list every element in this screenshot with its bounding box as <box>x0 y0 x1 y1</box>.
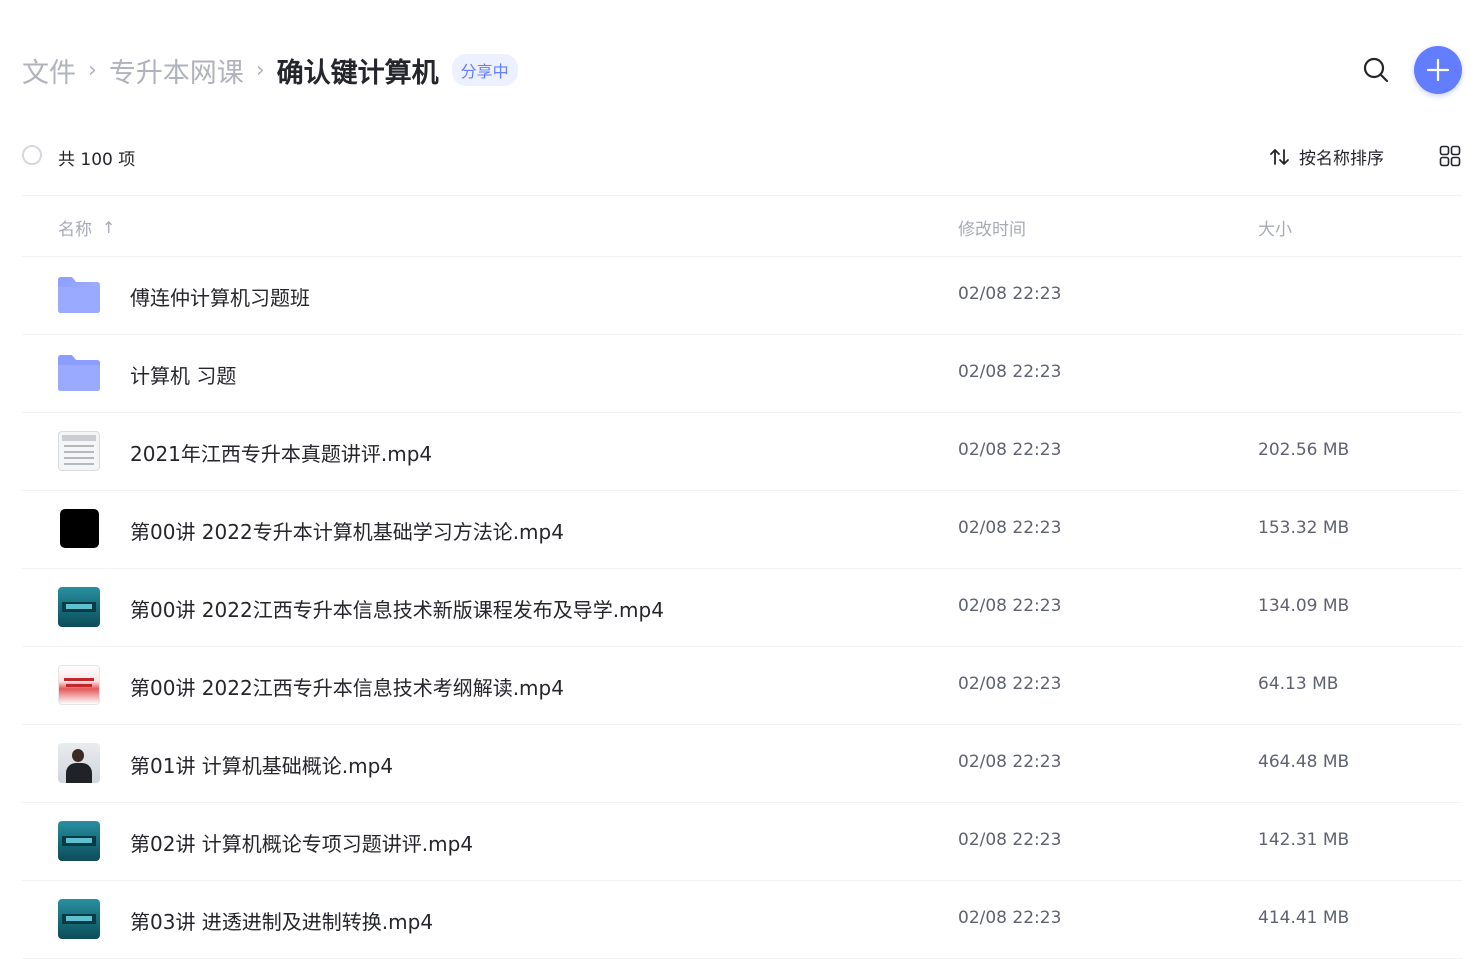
view-toggle-button[interactable] <box>1438 144 1462 168</box>
folder-icon <box>58 275 100 315</box>
table-row[interactable]: 第03讲 进透进制及进制转换.mp4 02/08 22:23 414.41 MB <box>22 881 1462 959</box>
column-header-name[interactable]: 名称 ↑ <box>58 215 115 240</box>
column-header-size[interactable]: 大小 <box>1258 215 1292 240</box>
video-thumbnail <box>58 431 100 471</box>
table-row[interactable]: 第02讲 计算机概论专项习题讲评.mp4 02/08 22:23 142.31 … <box>22 803 1462 881</box>
sort-label: 按名称排序 <box>1299 149 1384 169</box>
search-button[interactable] <box>1358 52 1394 88</box>
table-row[interactable]: 第01讲 计算机基础概论.mp4 02/08 22:23 464.48 MB <box>22 725 1462 803</box>
table-row[interactable]: 第00讲 2022江西专升本信息技术新版课程发布及导学.mp4 02/08 22… <box>22 569 1462 647</box>
file-name: 第00讲 2022专升本计算机基础学习方法论.mp4 <box>130 520 564 544</box>
video-thumbnail <box>58 899 100 939</box>
file-size: 153.32 MB <box>1258 518 1350 538</box>
search-icon <box>1363 57 1389 83</box>
file-name: 傅连仲计算机习题班 <box>130 286 310 310</box>
plus-icon <box>1426 58 1450 82</box>
video-thumbnail <box>58 821 100 861</box>
file-name: 第01讲 计算机基础概论.mp4 <box>130 754 394 778</box>
table-row[interactable]: 2021年江西专升本真题讲评.mp4 02/08 22:23 202.56 MB <box>22 413 1462 491</box>
sort-ascending-icon: ↑ <box>102 218 116 237</box>
grid-view-icon <box>1439 145 1461 167</box>
breadcrumb-separator: › <box>255 57 265 83</box>
breadcrumb-separator: › <box>88 57 97 83</box>
sharing-status-badge: 分享中 <box>451 54 518 86</box>
toolbar: 共 100 项 按名称排序 <box>22 140 1462 174</box>
sort-button[interactable]: 按名称排序 <box>1269 144 1384 169</box>
file-name: 第02讲 计算机概论专项习题讲评.mp4 <box>130 832 474 856</box>
file-name: 第00讲 2022江西专升本信息技术考纲解读.mp4 <box>130 676 564 700</box>
file-modified-time: 02/08 22:23 <box>958 908 1062 928</box>
item-count: 共 100 项 <box>58 150 136 170</box>
breadcrumb: 文件 › 专升本网课 › 确认键计算机 分享中 <box>22 50 518 90</box>
video-thumbnail <box>58 587 100 627</box>
table-row[interactable]: 第00讲 2022江西专升本信息技术考纲解读.mp4 02/08 22:23 6… <box>22 647 1462 725</box>
video-thumbnail <box>58 665 100 705</box>
select-all-checkbox[interactable] <box>22 145 42 165</box>
file-table: 名称 ↑ 修改时间 大小 傅连仲计算机习题班 02/08 22:23 计算机 习… <box>22 195 1462 959</box>
table-row[interactable]: 傅连仲计算机习题班 02/08 22:23 <box>22 257 1462 335</box>
column-name-label: 名称 <box>58 220 92 240</box>
file-modified-time: 02/08 22:23 <box>958 284 1062 304</box>
table-row[interactable]: 第00讲 2022专升本计算机基础学习方法论.mp4 02/08 22:23 1… <box>22 491 1462 569</box>
file-modified-time: 02/08 22:23 <box>958 674 1062 694</box>
file-name: 2021年江西专升本真题讲评.mp4 <box>130 442 433 466</box>
page-title: 确认键计算机 <box>276 57 439 89</box>
video-thumbnail <box>60 509 99 548</box>
file-size: 134.09 MB <box>1258 596 1350 616</box>
file-modified-time: 02/08 22:23 <box>958 518 1062 538</box>
header: 文件 › 专升本网课 › 确认键计算机 分享中 <box>22 40 1462 100</box>
file-size: 64.13 MB <box>1258 674 1339 694</box>
file-size: 414.41 MB <box>1258 908 1350 928</box>
file-size: 202.56 MB <box>1258 440 1350 460</box>
breadcrumb-root[interactable]: 文件 <box>22 51 76 90</box>
file-size: 142.31 MB <box>1258 830 1350 850</box>
file-name: 计算机 习题 <box>130 364 237 388</box>
file-name: 第03讲 进透进制及进制转换.mp4 <box>130 910 434 934</box>
column-header-modified[interactable]: 修改时间 <box>958 215 1026 240</box>
file-size: 464.48 MB <box>1258 752 1350 772</box>
file-name: 第00讲 2022江西专升本信息技术新版课程发布及导学.mp4 <box>130 598 664 622</box>
table-header: 名称 ↑ 修改时间 大小 <box>22 195 1462 257</box>
table-row[interactable]: 计算机 习题 02/08 22:23 <box>22 335 1462 413</box>
sort-icon <box>1270 148 1289 165</box>
file-modified-time: 02/08 22:23 <box>958 830 1062 850</box>
video-thumbnail <box>58 743 100 783</box>
file-modified-time: 02/08 22:23 <box>958 440 1062 460</box>
file-modified-time: 02/08 22:23 <box>958 362 1062 382</box>
breadcrumb-parent[interactable]: 专升本网课 <box>109 51 244 90</box>
folder-icon <box>58 353 100 393</box>
add-button[interactable] <box>1414 46 1462 94</box>
file-modified-time: 02/08 22:23 <box>958 752 1062 772</box>
file-modified-time: 02/08 22:23 <box>958 596 1062 616</box>
